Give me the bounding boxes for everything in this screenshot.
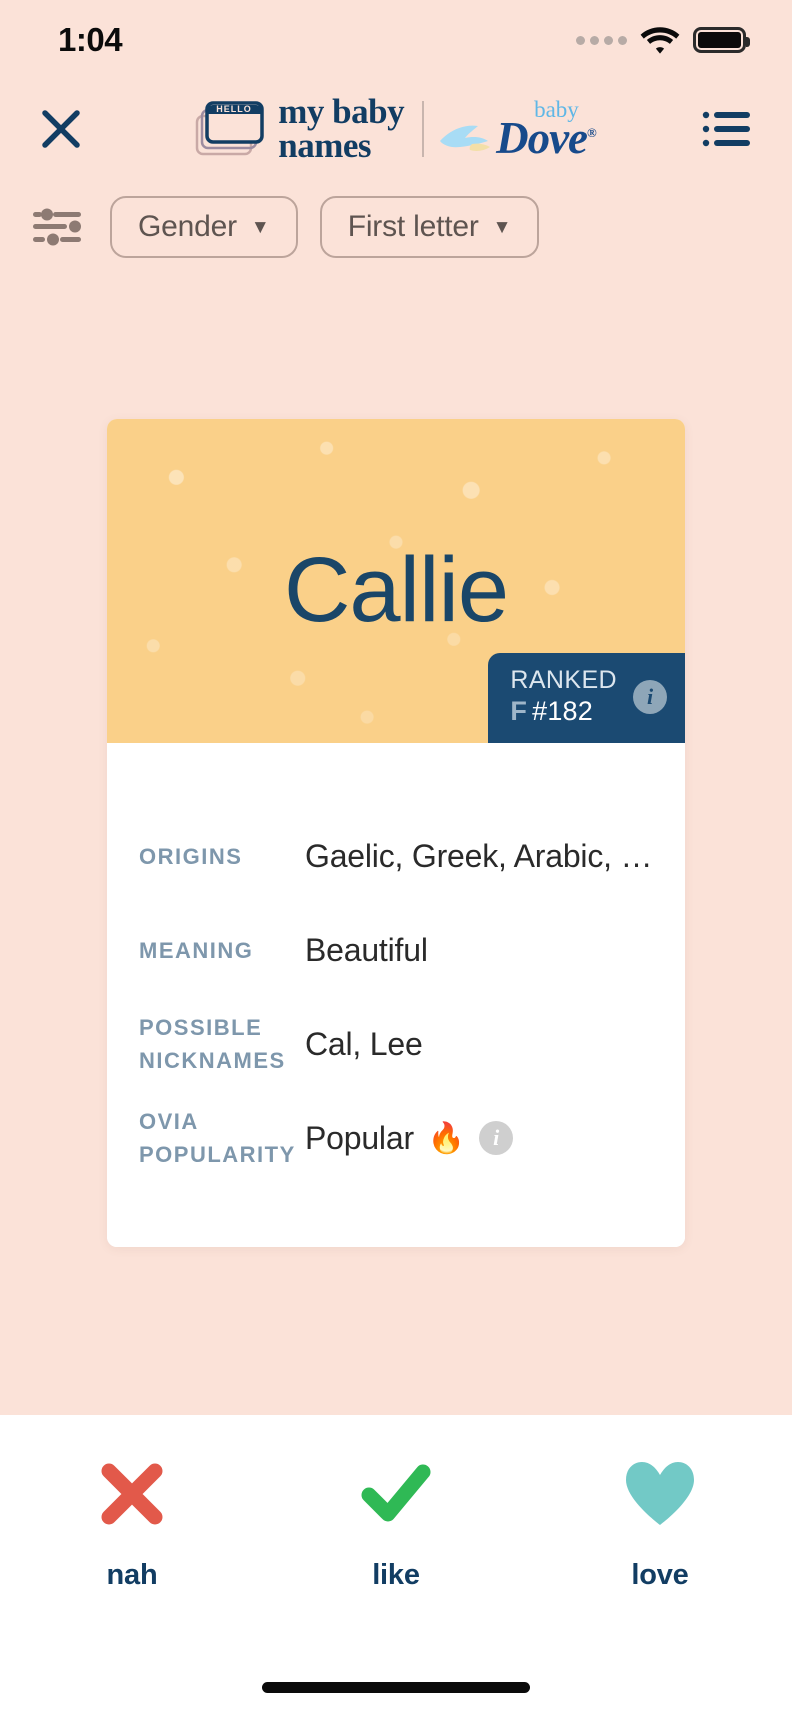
- dove-bird-icon: [440, 125, 491, 151]
- check-mark-icon: [357, 1455, 435, 1533]
- detail-row-origins: ORIGINS Gaelic, Greek, Arabic, He…: [107, 809, 685, 903]
- chevron-down-icon: ▼: [492, 216, 512, 238]
- detail-label-popularity: OVIA POPULARITY: [139, 1109, 296, 1167]
- detail-label-nicknames: POSSIBLE NICKNAMES: [139, 1015, 286, 1073]
- nicknames-text: Cal, Lee: [305, 1025, 423, 1062]
- rank-info-icon[interactable]: i: [633, 679, 667, 714]
- filter-chip-gender[interactable]: Gender ▼: [110, 196, 298, 258]
- baby-name: Callie: [283, 539, 509, 641]
- logo-divider: [422, 101, 425, 157]
- detail-label-origins: ORIGINS: [139, 843, 243, 869]
- rank-number: #182: [532, 696, 593, 727]
- baby-dove-logo: baby Dove®: [440, 98, 597, 163]
- name-card[interactable]: Callie RANKED F #182 i ORIGINS Gaelic, Gr…: [107, 419, 685, 1247]
- detail-row-meaning: MEANING Beautiful: [107, 903, 685, 997]
- svg-text:HELLO: HELLO: [216, 104, 252, 114]
- detail-value-origins: Gaelic, Greek, Arabic, He…: [305, 838, 653, 875]
- love-button[interactable]: love: [570, 1455, 750, 1592]
- like-label: like: [372, 1559, 420, 1591]
- card-details: ORIGINS Gaelic, Greek, Arabic, He… MEANI…: [107, 743, 685, 1247]
- heart-icon: [621, 1455, 699, 1533]
- status-indicators: [576, 25, 750, 55]
- love-label: love: [631, 1559, 689, 1591]
- like-button[interactable]: like: [306, 1455, 486, 1592]
- detail-value-nicknames: Cal, Lee: [305, 1026, 653, 1063]
- rank-badge-value: F #182: [510, 696, 617, 727]
- signal-dots-icon: [576, 35, 627, 45]
- origins-text: Gaelic, Greek, Arabic, He…: [305, 837, 653, 874]
- rank-gender: F: [510, 696, 528, 727]
- detail-value-meaning: Beautiful: [305, 932, 653, 969]
- close-button[interactable]: [30, 98, 92, 160]
- filter-bar: Gender ▼ First letter ▼: [0, 178, 792, 276]
- nah-label: nah: [106, 1559, 158, 1591]
- fire-emoji-icon: 🔥: [427, 1121, 466, 1155]
- rank-badge-title: RANKED: [510, 665, 617, 694]
- app-header: HELLO my baby names baby Dove®: [0, 80, 792, 178]
- rank-badge-text: RANKED F #182: [510, 665, 617, 727]
- home-indicator: [262, 1682, 530, 1693]
- detail-label-meaning: MEANING: [139, 937, 254, 963]
- filter-sliders-icon: [33, 208, 81, 246]
- logo-line-1: my baby: [278, 92, 405, 132]
- app-logo: HELLO my baby names baby Dove®: [92, 94, 696, 164]
- menu-button[interactable]: [696, 98, 758, 160]
- popularity-text: Popular: [305, 1119, 414, 1156]
- x-mark-icon: [95, 1455, 169, 1533]
- logo-line-2: names: [278, 126, 372, 165]
- card-hero: Callie RANKED F #182 i: [107, 419, 685, 743]
- popularity-info-icon[interactable]: i: [479, 1121, 514, 1155]
- card-area: Callie RANKED F #182 i ORIGINS Gaelic, Gr…: [0, 276, 792, 1415]
- wifi-icon: [640, 27, 680, 54]
- meaning-text: Beautiful: [305, 931, 428, 968]
- filter-chip-first-letter[interactable]: First letter ▼: [319, 196, 540, 258]
- logo-wordmark: my baby names: [278, 92, 405, 165]
- hello-name-tag-icon: HELLO: [195, 101, 264, 156]
- nah-button[interactable]: nah: [42, 1455, 222, 1592]
- battery-full-icon: [693, 27, 750, 53]
- dove-wordmark: Dove®: [496, 112, 597, 163]
- detail-value-popularity: Popular 🔥 i: [305, 1120, 653, 1157]
- status-bar: 1:04: [0, 0, 792, 80]
- chevron-down-icon: ▼: [250, 216, 270, 238]
- hamburger-menu-icon: [702, 111, 750, 147]
- action-bar: nah like love: [0, 1415, 792, 1715]
- detail-row-popularity: OVIA POPULARITY Popular 🔥 i: [107, 1091, 685, 1185]
- filter-sliders-button[interactable]: [30, 199, 86, 255]
- detail-row-nicknames: POSSIBLE NICKNAMES Cal, Lee: [107, 997, 685, 1091]
- app-screen: 1:04 HELLO my baby names baby Dove® Gend…: [0, 0, 792, 1715]
- filter-chip-gender-label: Gender: [138, 210, 237, 243]
- close-icon: [42, 110, 80, 148]
- filter-chip-first-letter-label: First letter: [347, 210, 479, 243]
- rank-badge[interactable]: RANKED F #182 i: [488, 652, 685, 743]
- status-time: 1:04: [58, 21, 123, 58]
